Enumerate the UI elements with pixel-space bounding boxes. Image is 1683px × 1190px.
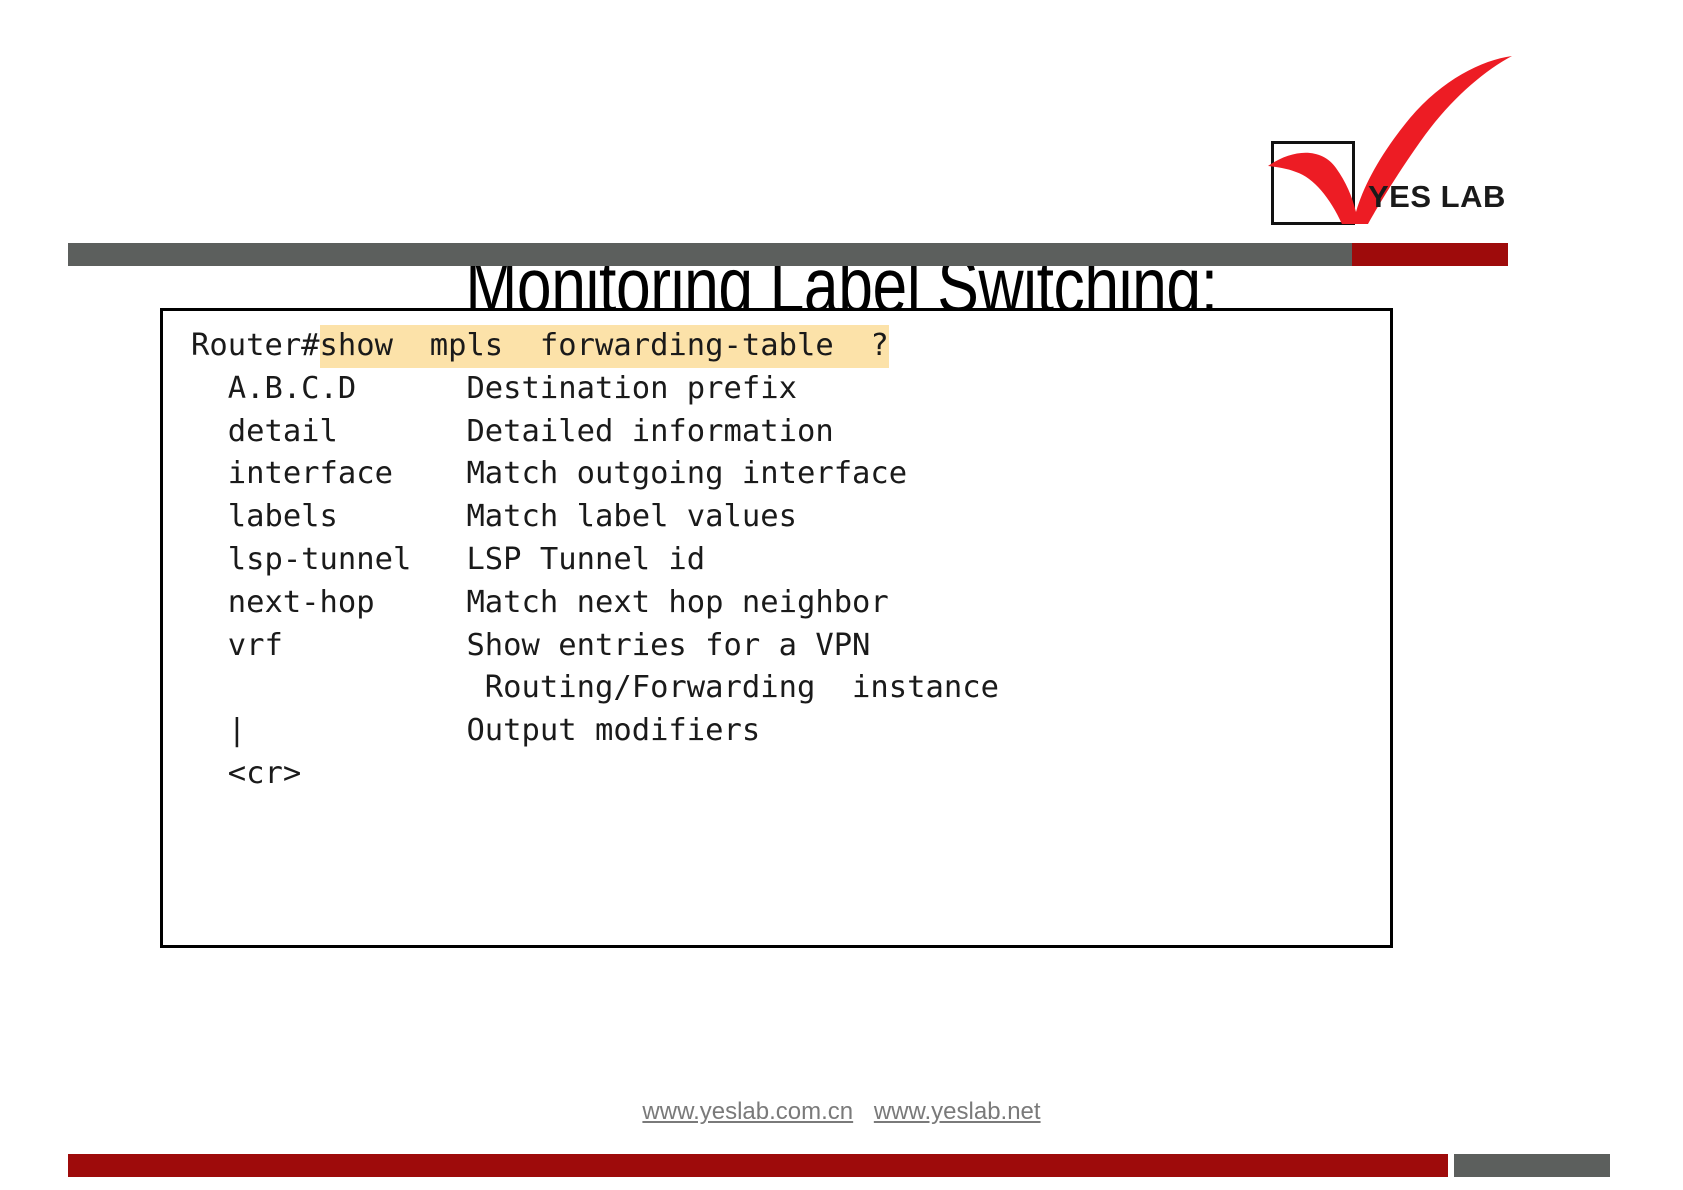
terminal-line: next-hop Match next hop neighbor [191,584,889,620]
terminal-line: detail Detailed information [191,413,834,449]
footer-bar-gray [1454,1154,1610,1177]
footer-links: www.yeslab.com.cn www.yeslab.net [0,1098,1683,1126]
terminal-line: Routing/Forwarding instance [191,670,999,706]
footer-link-yeslab-net[interactable]: www.yeslab.net [874,1098,1041,1125]
footer-link-yeslab-com-cn[interactable]: www.yeslab.com.cn [642,1098,853,1125]
terminal-line: lsp-tunnel LSP Tunnel id [191,541,706,577]
logo-text: YES LAB [1368,179,1506,214]
terminal-prompt: Router# [191,328,320,363]
terminal-line: labels Match label values [191,499,797,535]
terminal-line: vrf Show entries for a VPN [191,627,871,663]
terminal-line: <cr> [191,755,302,791]
terminal-line: interface Match outgoing interface [191,456,908,492]
terminal-line: | Output modifiers [191,713,761,749]
yeslab-logo: YES LAB [1262,56,1522,240]
header-bar-red [1352,243,1508,266]
terminal-prompt-line: Router#show mpls forwarding-table ? [191,325,1390,368]
highlighted-command: show mpls forwarding-table ? [319,325,889,368]
terminal-output-box: Router#show mpls forwarding-table ? A.B.… [160,308,1393,948]
terminal-text: Router#show mpls forwarding-table ? A.B.… [191,325,1390,796]
header-bar-gray [68,243,1352,266]
footer-bar-red [68,1154,1448,1177]
terminal-line: A.B.C.D Destination prefix [191,370,797,406]
